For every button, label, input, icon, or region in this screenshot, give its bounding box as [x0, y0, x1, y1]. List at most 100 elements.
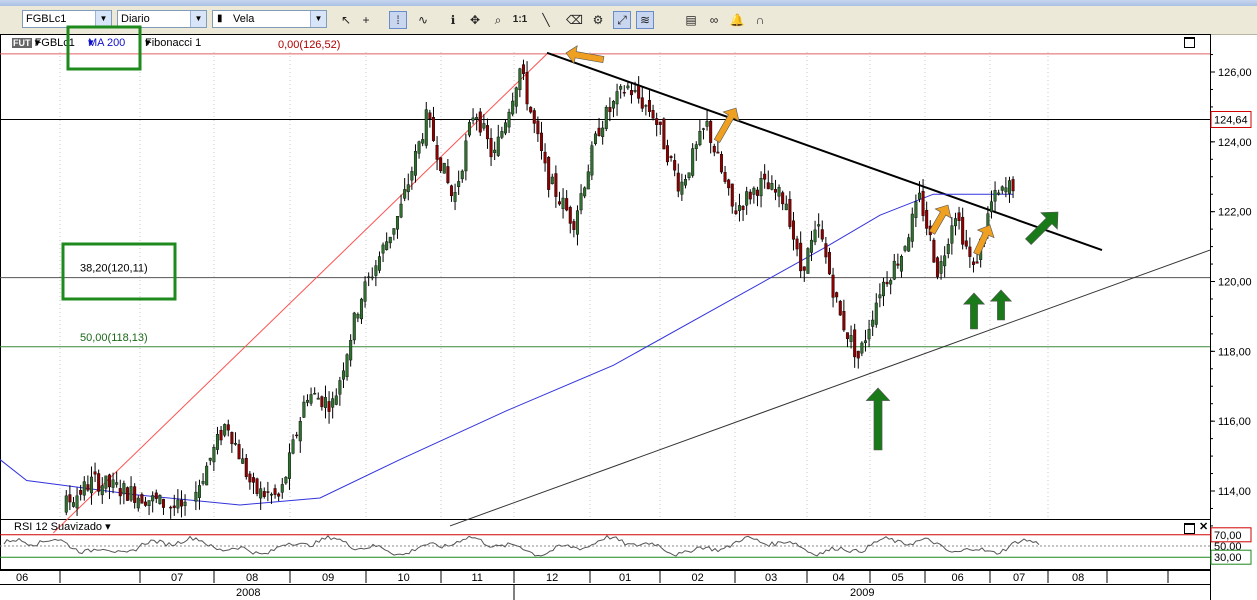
candle-body — [907, 237, 911, 252]
candle-body — [827, 252, 831, 275]
candle-body — [687, 172, 691, 178]
candle-body — [118, 488, 122, 497]
price-marker-label: 124,64 — [1214, 114, 1248, 126]
chevron-down-icon[interactable]: ▼ — [190, 11, 206, 27]
candle-body — [626, 85, 630, 89]
candle-body — [298, 421, 302, 442]
link-icon[interactable]: ∞ — [706, 12, 722, 28]
month-label: 08 — [1072, 572, 1084, 584]
candle-body — [309, 394, 313, 404]
candle-body — [730, 183, 734, 207]
candle-body — [881, 281, 885, 297]
pan-icon[interactable]: ✥ — [467, 12, 483, 28]
green-arrow-shape — [989, 289, 1013, 321]
candle-body — [950, 225, 954, 244]
candle-body — [82, 481, 86, 496]
line-icon[interactable]: ╲ — [538, 12, 554, 28]
candle-body — [824, 243, 828, 258]
candle-body — [327, 401, 331, 412]
magnet-icon[interactable]: ∩ — [752, 12, 768, 28]
candle-body — [107, 474, 111, 488]
candle-body — [97, 473, 101, 492]
fib-level-label: 50,00(118,13) — [80, 332, 148, 344]
candle-body — [586, 171, 590, 190]
grid-icon[interactable]: ⁞ — [389, 11, 407, 29]
candle-body — [723, 172, 727, 182]
candle-body — [208, 457, 212, 461]
fib-legend[interactable]: Fibonacci 1 ▾ — [145, 36, 201, 49]
ma-legend[interactable]: MA 200 ▾ — [88, 36, 125, 49]
format-icon[interactable]: ⚙ — [590, 12, 606, 28]
candle-body — [943, 255, 947, 267]
month-label: 07 — [1013, 572, 1025, 584]
candle-body — [590, 145, 594, 176]
candle-body — [172, 505, 176, 508]
candle-body — [759, 178, 763, 197]
candle-body — [842, 311, 846, 331]
month-label: 06 — [952, 572, 964, 584]
candle-body — [968, 246, 972, 257]
candle-body — [550, 176, 554, 185]
orange-arrow — [973, 224, 995, 256]
month-label: 01 — [619, 572, 631, 584]
crosshair-icon[interactable]: + — [358, 12, 374, 28]
fib-level-label: 38,20(120,11) — [80, 263, 148, 275]
candle-body — [849, 335, 853, 342]
cursor-icon[interactable]: ↖ — [338, 12, 354, 28]
orange-arrow-shape — [565, 45, 605, 65]
interval-select[interactable]: Diario ▼ — [117, 10, 207, 28]
candle-body — [302, 401, 306, 418]
candle-body — [421, 139, 425, 144]
orange-arrow-shape — [928, 204, 952, 235]
indicator-icon[interactable]: ∿ — [415, 12, 431, 28]
candle-body — [453, 192, 457, 202]
candle-body — [903, 246, 907, 251]
candle-body — [961, 216, 965, 245]
green-arrow — [962, 292, 986, 330]
candle-body — [363, 281, 367, 302]
maximize-icon[interactable] — [1184, 523, 1195, 534]
symbol-field[interactable]: FGBLc1 ▼ — [22, 10, 112, 28]
green-arrow — [989, 289, 1013, 321]
candle-body — [694, 144, 698, 150]
candle-body — [68, 494, 72, 503]
candle-body — [781, 192, 785, 205]
properties-icon[interactable]: ▤ — [683, 12, 699, 28]
chevron-down-icon[interactable]: ▼ — [95, 11, 111, 27]
candle-body — [320, 396, 324, 408]
candle-body — [993, 190, 997, 202]
zoom-ratio-button[interactable]: 1:1 — [512, 12, 528, 28]
maximize-icon[interactable] — [1184, 37, 1195, 48]
candle-body — [212, 446, 216, 463]
rsi-legend[interactable]: RSI 12 Suavizado ▾ — [14, 520, 111, 533]
alert-icon[interactable]: 🔔 — [729, 12, 745, 28]
ascending-trendline — [449, 249, 1211, 527]
trend-tool-icon[interactable]: ⤢ — [613, 11, 631, 29]
candle-body — [719, 154, 723, 173]
eraser-icon[interactable]: ⌫ — [566, 12, 583, 28]
year-label: 2009 — [850, 587, 874, 599]
zoom-icon[interactable]: ⌕ — [490, 12, 506, 28]
symbol-label[interactable]: FUT FGBLc1 ▾ — [12, 36, 75, 49]
candle-body — [809, 239, 813, 253]
rsi-panel-frame — [0, 519, 1211, 570]
candle-body — [831, 274, 835, 298]
candle-body — [964, 240, 968, 247]
candle-body — [579, 193, 583, 211]
chart-type-select[interactable]: ▮ Vela ▼ — [212, 10, 327, 28]
close-icon[interactable]: ✕ — [1199, 522, 1208, 533]
candle-body — [100, 485, 104, 496]
candle-body — [374, 265, 378, 276]
candle-body — [716, 151, 720, 154]
fib-tool-icon[interactable]: ≋ — [636, 11, 654, 29]
candle-body — [539, 132, 543, 152]
candle-body — [572, 221, 576, 230]
chevron-down-icon[interactable]: ▼ — [310, 11, 326, 27]
candle-body — [914, 201, 918, 218]
candle-body — [583, 187, 587, 197]
candle-body — [356, 313, 360, 319]
info-icon[interactable]: ℹ — [445, 12, 461, 28]
candle-body — [161, 498, 165, 508]
candle-body — [467, 122, 471, 136]
candle-body — [593, 133, 597, 144]
